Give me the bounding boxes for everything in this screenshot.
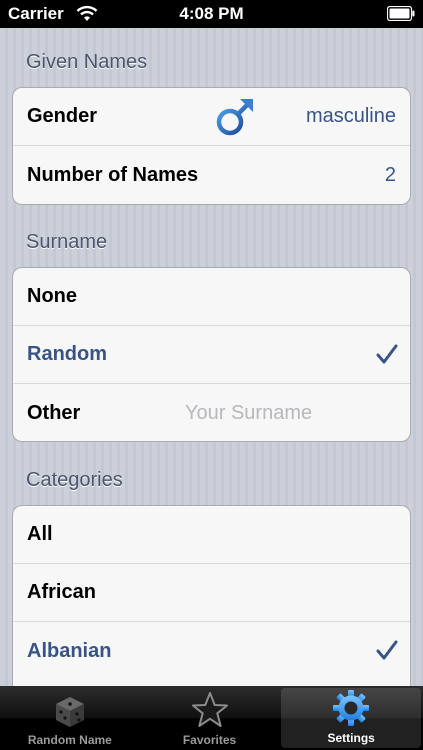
tab-random-name-label: Random Name [27,733,112,747]
checkmark-icon [376,344,398,364]
surname-none-row[interactable]: None [13,268,410,326]
category-african-label: African [27,581,96,603]
tab-settings[interactable]: Settings [281,688,422,748]
status-bar: Carrier 4:08 PM [0,0,423,28]
battery-icon [387,6,415,21]
number-of-names-row[interactable]: Number of Names 2 [13,146,410,204]
star-icon [191,692,228,727]
category-albanian-row[interactable]: Albanian [13,622,410,680]
category-all-label: All [27,523,53,545]
male-symbol-icon [216,99,253,136]
surname-input[interactable]: Your Surname [185,402,312,425]
gender-label: Gender [27,105,98,127]
category-african-row[interactable]: African [13,564,410,622]
surname-random-label: Random [27,343,107,365]
surname-other-row[interactable]: Other Your Surname [13,384,410,441]
number-of-names-value: 2 [384,163,396,186]
tab-random-name[interactable]: Random Name [0,686,140,750]
surname-random-row[interactable]: Random [13,326,410,384]
surname-none-label: None [27,285,77,307]
checkmark-icon [376,640,398,660]
number-of-names-label: Number of Names [27,163,199,186]
settings-list[interactable]: Given Names Gender masculine Number of N… [0,28,423,686]
tab-favorites-label: Favorites [182,733,237,747]
given-names-group: Gender masculine Number of Names 2 [12,87,411,205]
categories-group: All African Albanian [12,505,411,686]
section-header-categories: Categories [26,469,123,491]
gender-row[interactable]: Gender masculine [13,88,410,146]
dice-icon [55,697,84,727]
section-header-surname: Surname [26,231,108,253]
surname-other-label: Other [27,401,81,424]
tab-favorites[interactable]: Favorites [140,686,280,750]
surname-group: None Random Other Your Surname [12,267,411,442]
category-albanian-label: Albanian [27,639,112,662]
category-all-row[interactable]: All [13,506,410,564]
gear-icon [333,690,370,726]
tab-bar: Random Name Favorites Settings [0,686,423,750]
section-header-given-names: Given Names [26,51,148,73]
gender-value: masculine [305,105,396,127]
status-time: 4:08 PM [179,4,244,23]
tab-settings-label: Settings [327,731,375,745]
